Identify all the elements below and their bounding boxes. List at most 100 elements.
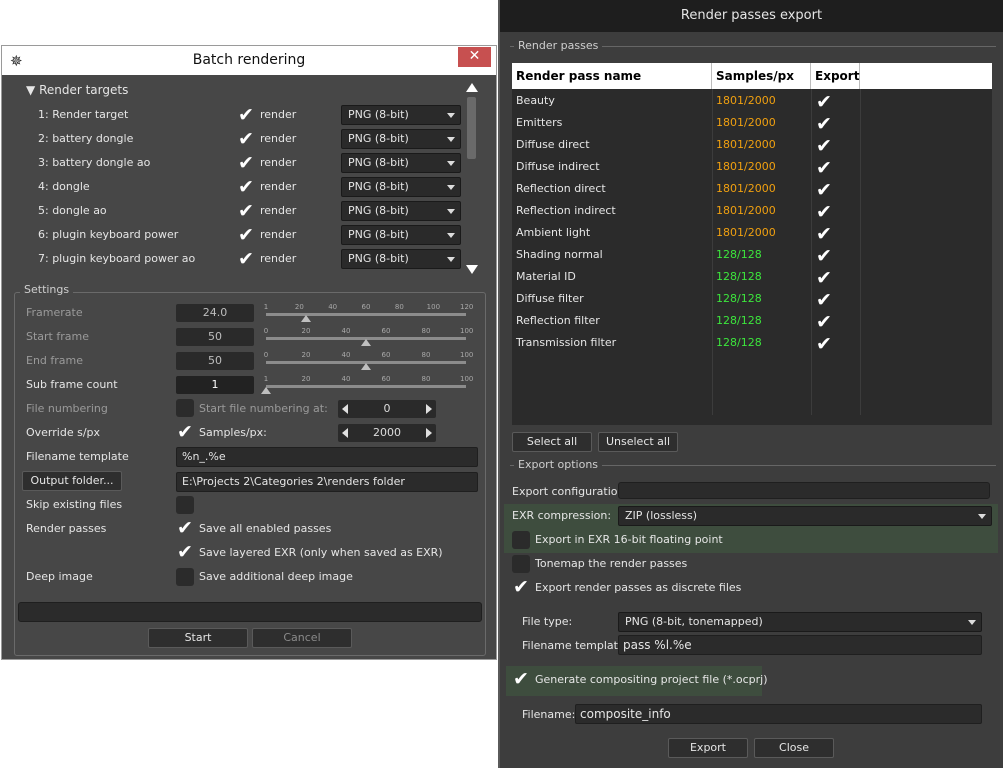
render-target-row: 6: plugin keyboard power ✔ render PNG (8… (2, 224, 462, 248)
filename-template-input[interactable]: %n_.%e (176, 447, 478, 467)
pass-row[interactable]: Transmission filter 128/128 ✔ (512, 332, 992, 354)
pass-row[interactable]: Shading normal 128/128 ✔ (512, 244, 992, 266)
file-numbering-checkbox[interactable] (176, 399, 194, 417)
framerate-input[interactable]: 24.0 (176, 304, 254, 322)
close-icon[interactable]: ✕ (458, 47, 491, 67)
render-target-format-dropdown[interactable]: PNG (8-bit) (341, 129, 461, 149)
render-target-checkbox[interactable]: ✔ (236, 249, 256, 269)
sub-frame-slider[interactable]: 1 20 40 60 80 100 (261, 375, 473, 397)
samples-px-spinner[interactable]: 2000 (338, 424, 436, 442)
discrete-files-label: Export render passes as discrete files (535, 581, 742, 594)
compositing-checkbox[interactable]: ✔ (511, 669, 531, 689)
scroll-down-icon[interactable] (466, 265, 478, 274)
exr-compression-dropdown[interactable]: ZIP (lossless) (618, 506, 992, 526)
slider-track[interactable] (266, 313, 466, 316)
file-type-dropdown[interactable]: PNG (8-bit, tonemapped) (618, 612, 982, 632)
cancel-button[interactable]: Cancel (252, 628, 352, 648)
render-target-checkbox[interactable]: ✔ (236, 129, 256, 149)
render-target-format-dropdown[interactable]: PNG (8-bit) (341, 177, 461, 197)
filename-template-input[interactable]: pass %l.%e (618, 635, 982, 655)
pass-samples: 128/128 (716, 336, 762, 349)
pass-export-checkbox[interactable]: ✔ (814, 92, 834, 112)
export-config-input[interactable] (618, 482, 990, 499)
slider-thumb[interactable] (361, 339, 371, 346)
format-value: PNG (8-bit) (348, 204, 409, 217)
start-frame-input[interactable]: 50 (176, 328, 254, 346)
exr16-checkbox[interactable] (512, 531, 530, 549)
pass-export-checkbox[interactable]: ✔ (814, 224, 834, 244)
pass-export-checkbox[interactable]: ✔ (814, 180, 834, 200)
pass-export-checkbox[interactable]: ✔ (814, 246, 834, 266)
pass-export-checkbox[interactable]: ✔ (814, 158, 834, 178)
pass-row[interactable]: Diffuse filter 128/128 ✔ (512, 288, 992, 310)
slider-thumb[interactable] (261, 387, 271, 394)
output-folder-path[interactable]: E:\Projects 2\Categories 2\renders folde… (176, 472, 478, 492)
targets-scrollbar[interactable] (465, 83, 478, 274)
render-target-format-dropdown[interactable]: PNG (8-bit) (341, 249, 461, 269)
filename-input[interactable]: composite_info (575, 704, 982, 724)
end-frame-label: End frame (26, 354, 84, 367)
pass-row[interactable]: Beauty 1801/2000 ✔ (512, 90, 992, 112)
render-target-format-dropdown[interactable]: PNG (8-bit) (341, 153, 461, 173)
pass-export-checkbox[interactable]: ✔ (814, 268, 834, 288)
pass-row[interactable]: Reflection indirect 1801/2000 ✔ (512, 200, 992, 222)
increment-icon[interactable] (426, 404, 432, 414)
pass-row[interactable]: Material ID 128/128 ✔ (512, 266, 992, 288)
render-target-checkbox[interactable]: ✔ (236, 153, 256, 173)
render-target-format-dropdown[interactable]: PNG (8-bit) (341, 225, 461, 245)
scroll-up-icon[interactable] (466, 83, 478, 92)
export-config-label: Export configuration: (512, 485, 629, 498)
pass-row[interactable]: Reflection direct 1801/2000 ✔ (512, 178, 992, 200)
slider-thumb[interactable] (301, 315, 311, 322)
export-button[interactable]: Export (668, 738, 748, 758)
unselect-all-button[interactable]: Unselect all (598, 432, 678, 452)
column-header-export[interactable]: Export (811, 63, 860, 89)
pass-row[interactable]: Ambient light 1801/2000 ✔ (512, 222, 992, 244)
deep-image-checkbox[interactable] (176, 568, 194, 586)
select-all-button[interactable]: Select all (512, 432, 592, 452)
render-target-checkbox[interactable]: ✔ (236, 225, 256, 245)
output-folder-button[interactable]: Output folder... (22, 471, 122, 491)
slider-track[interactable] (266, 385, 466, 388)
pass-export-checkbox[interactable]: ✔ (814, 202, 834, 222)
start-button[interactable]: Start (148, 628, 248, 648)
framerate-slider[interactable]: 1 20 40 60 80 100 120 (264, 303, 473, 325)
discrete-files-checkbox[interactable]: ✔ (511, 577, 531, 597)
render-target-format-dropdown[interactable]: PNG (8-bit) (341, 201, 461, 221)
file-numbering-spinner[interactable]: 0 (338, 400, 436, 418)
pass-row[interactable]: Diffuse direct 1801/2000 ✔ (512, 134, 992, 156)
override-spx-label: Override s/px (26, 426, 101, 439)
pass-export-checkbox[interactable]: ✔ (814, 334, 834, 354)
render-target-format-dropdown[interactable]: PNG (8-bit) (341, 105, 461, 125)
close-button[interactable]: Close (754, 738, 834, 758)
sub-frame-input[interactable]: 1 (176, 376, 254, 394)
render-target-checkbox[interactable]: ✔ (236, 177, 256, 197)
deep-image-label: Deep image (26, 570, 93, 583)
save-enabled-passes-checkbox[interactable]: ✔ (175, 518, 195, 538)
end-frame-input[interactable]: 50 (176, 352, 254, 370)
increment-icon[interactable] (426, 428, 432, 438)
column-header-name[interactable]: Render pass name (512, 63, 712, 89)
pass-row[interactable]: Diffuse indirect 1801/2000 ✔ (512, 156, 992, 178)
format-value: PNG (8-bit) (348, 180, 409, 193)
render-targets-header[interactable]: ▼ Render targets (26, 83, 128, 97)
start-frame-slider[interactable]: 0 20 40 60 80 100 (264, 327, 473, 349)
render-label: render (260, 180, 297, 193)
save-layered-exr-checkbox[interactable]: ✔ (175, 542, 195, 562)
pass-export-checkbox[interactable]: ✔ (814, 136, 834, 156)
override-spx-checkbox[interactable]: ✔ (175, 422, 195, 442)
end-frame-slider[interactable]: 0 20 40 60 80 100 (264, 351, 473, 373)
skip-existing-checkbox[interactable] (176, 496, 194, 514)
render-target-checkbox[interactable]: ✔ (236, 105, 256, 125)
slider-thumb[interactable] (361, 363, 371, 370)
chevron-down-icon (447, 257, 455, 262)
scroll-thumb[interactable] (467, 97, 476, 159)
render-target-checkbox[interactable]: ✔ (236, 201, 256, 221)
pass-export-checkbox[interactable]: ✔ (814, 114, 834, 134)
tonemap-checkbox[interactable] (512, 555, 530, 573)
pass-row[interactable]: Emitters 1801/2000 ✔ (512, 112, 992, 134)
column-header-samples[interactable]: Samples/px (712, 63, 811, 89)
pass-row[interactable]: Reflection filter 128/128 ✔ (512, 310, 992, 332)
pass-export-checkbox[interactable]: ✔ (814, 312, 834, 332)
pass-export-checkbox[interactable]: ✔ (814, 290, 834, 310)
